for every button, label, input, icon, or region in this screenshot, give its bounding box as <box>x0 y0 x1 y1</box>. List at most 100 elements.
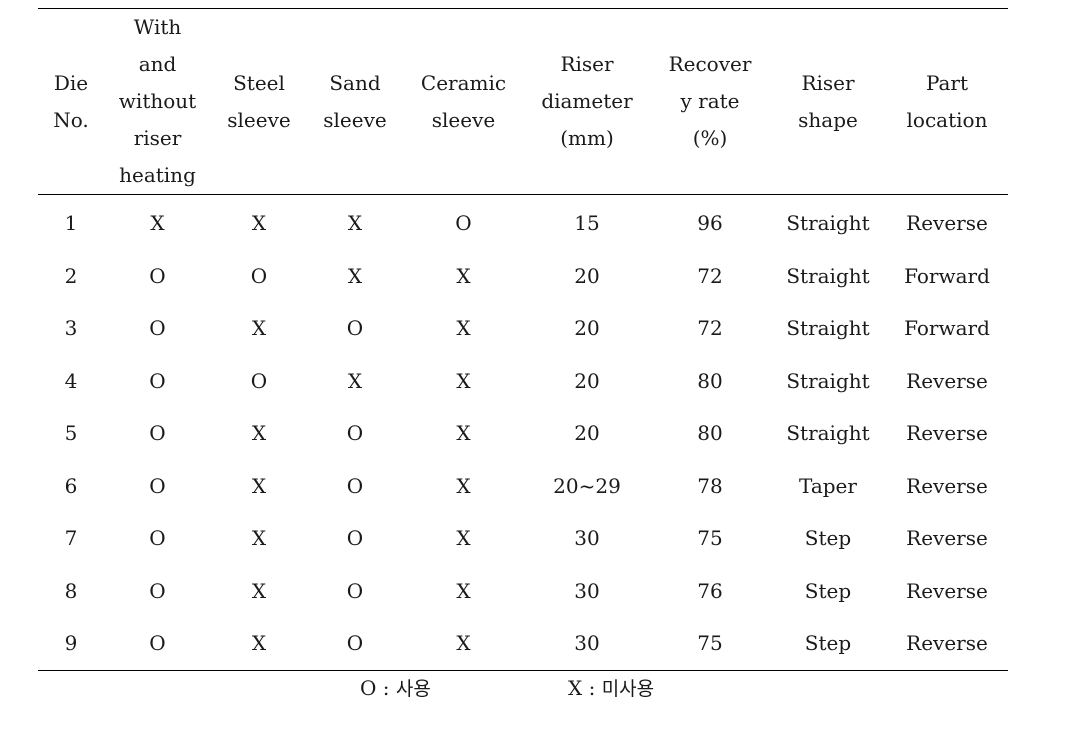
legend-unused: X : 미사용 <box>568 672 654 705</box>
cell-ceramic-sleeve: X <box>456 578 471 603</box>
cell-part-location: Forward <box>904 263 990 288</box>
column-header-line: location <box>906 107 988 132</box>
cell-riser-shape: Step <box>804 526 852 551</box>
cell-recovery-rate: 78 <box>697 473 723 498</box>
cell-sand-sleeve: X <box>347 368 363 393</box>
cell-steel-sleeve: X <box>251 421 267 446</box>
cell-riser-heating: X <box>150 211 165 236</box>
cell-part-location: Reverse <box>906 421 988 446</box>
table-row: 5 O X O X 20 80 Straight Reverse <box>38 407 1008 460</box>
legend-used: O : 사용 <box>360 672 431 705</box>
cell-recovery-rate: 80 <box>697 368 723 393</box>
cell-die-no: 4 <box>64 368 78 393</box>
column-header-line: With <box>133 15 182 39</box>
column-header-line: Part <box>925 70 969 95</box>
cell-riser-diameter: 20 <box>574 421 600 446</box>
cell-sand-sleeve: X <box>347 211 363 236</box>
cell-riser-heating: O <box>149 263 166 288</box>
column-header-line: No. <box>53 107 89 132</box>
cell-steel-sleeve: X <box>251 211 267 236</box>
table-header-row: Die No. With and without riser heating Steel sle… <box>38 8 1008 195</box>
table-row: 2 O O X X 20 72 Straight Forward <box>38 250 1008 303</box>
cell-riser-shape: Step <box>804 578 852 603</box>
column-header-ceramic-sleeve: Ceramic sleeve <box>403 9 524 195</box>
table-body: 1 X X X O 15 96 Straight Reverse 2 O O X X 20 72 Straigh… <box>38 195 1008 670</box>
column-header-line: Steel <box>233 70 285 95</box>
legend-unused-label: 미사용 <box>601 678 655 700</box>
legend-used-label: 사용 <box>395 678 431 700</box>
legend-unused-separator: : <box>582 676 602 700</box>
column-header-line: and <box>138 52 177 76</box>
cell-recovery-rate: 96 <box>697 211 723 236</box>
cell-riser-heating: O <box>149 368 166 393</box>
cell-part-location: Reverse <box>906 578 988 603</box>
table-row: 7 O X O X 30 75 Step Reverse <box>38 512 1008 565</box>
cell-steel-sleeve: X <box>251 578 267 603</box>
cell-ceramic-sleeve: O <box>455 211 472 236</box>
table-row: 3 O X O X 20 72 Straight Forward <box>38 302 1008 355</box>
cell-sand-sleeve: O <box>346 631 364 656</box>
column-header-recovery-rate: Recover y rate (%) <box>650 9 770 195</box>
cell-ceramic-sleeve: X <box>456 631 471 656</box>
column-header-line: diameter <box>541 89 633 113</box>
cell-riser-shape: Straight <box>786 211 870 236</box>
table-row: 9 O X O X 30 75 Step Reverse <box>38 617 1008 670</box>
column-header-steel-sleeve: Steel sleeve <box>211 9 307 195</box>
column-header-riser-diameter: Riser diameter (mm) <box>524 9 650 195</box>
cell-die-no: 1 <box>64 211 78 236</box>
cell-die-no: 9 <box>64 631 78 656</box>
cell-part-location: Reverse <box>906 473 988 498</box>
cell-riser-diameter: 30 <box>574 578 600 603</box>
cell-riser-shape: Straight <box>786 421 870 446</box>
cell-recovery-rate: 75 <box>697 631 723 656</box>
cell-part-location: Reverse <box>906 631 988 656</box>
cell-part-location: Reverse <box>906 368 988 393</box>
cell-riser-diameter: 20 <box>574 316 600 341</box>
cell-riser-diameter: 20~29 <box>553 473 621 498</box>
cell-riser-shape: Straight <box>786 316 870 341</box>
cell-riser-diameter: 30 <box>574 526 600 551</box>
table-row: 4 O O X X 20 80 Straight Reverse <box>38 355 1008 408</box>
legend-used-symbol: O <box>360 676 377 700</box>
column-header-line: Ceramic <box>420 70 507 95</box>
cell-die-no: 2 <box>64 263 78 288</box>
cell-ceramic-sleeve: X <box>456 473 471 498</box>
column-header-riser-shape: Riser shape <box>770 9 886 195</box>
cell-ceramic-sleeve: X <box>456 421 471 446</box>
cell-riser-shape: Taper <box>799 473 857 498</box>
cell-riser-shape: Straight <box>786 368 870 393</box>
cell-recovery-rate: 75 <box>697 526 723 551</box>
cell-riser-heating: O <box>149 631 166 656</box>
cell-riser-heating: O <box>149 473 166 498</box>
cell-riser-heating: O <box>149 578 166 603</box>
column-header-line: sleeve <box>227 107 291 132</box>
column-header-part-location: Part location <box>886 9 1008 195</box>
cell-steel-sleeve: X <box>251 631 267 656</box>
column-header-line: Sand <box>329 70 381 95</box>
cell-die-no: 6 <box>64 473 78 498</box>
cell-sand-sleeve: X <box>347 263 363 288</box>
column-header-line: (mm) <box>560 126 614 150</box>
cell-riser-heating: O <box>149 526 166 551</box>
legend-used-separator: : <box>376 676 396 700</box>
cell-part-location: Forward <box>904 316 990 341</box>
cell-die-no: 7 <box>64 526 78 551</box>
column-header-line: heating <box>119 163 196 187</box>
column-header-line: riser <box>133 126 182 150</box>
cell-riser-diameter: 15 <box>574 211 600 236</box>
cell-recovery-rate: 72 <box>697 316 723 341</box>
cell-sand-sleeve: O <box>346 316 364 341</box>
cell-steel-sleeve: X <box>251 526 267 551</box>
table-row: 6 O X O X 20~29 78 Taper Reverse <box>38 460 1008 513</box>
column-header-line: (%) <box>692 126 728 150</box>
cell-ceramic-sleeve: X <box>456 526 471 551</box>
cell-steel-sleeve: O <box>250 368 268 393</box>
cell-steel-sleeve: X <box>251 316 267 341</box>
cell-ceramic-sleeve: X <box>456 263 471 288</box>
cell-part-location: Reverse <box>906 211 988 236</box>
cell-riser-diameter: 20 <box>574 263 600 288</box>
column-header-line: without <box>118 89 197 113</box>
cell-sand-sleeve: O <box>346 578 364 603</box>
cell-part-location: Reverse <box>906 526 988 551</box>
cell-riser-shape: Straight <box>786 263 870 288</box>
